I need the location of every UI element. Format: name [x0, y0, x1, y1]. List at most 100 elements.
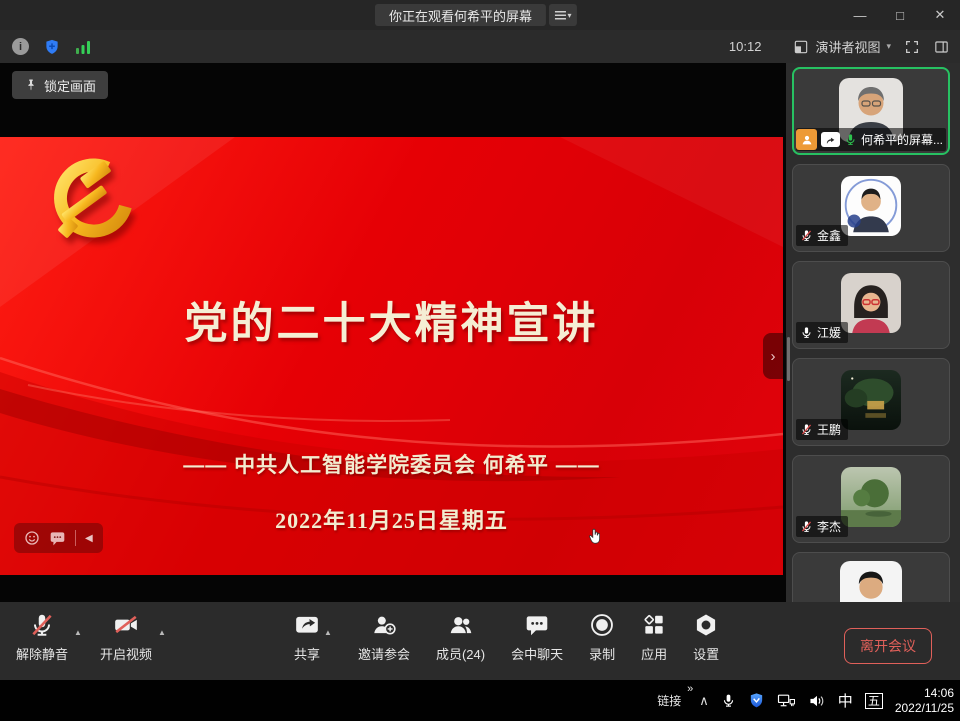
meeting-duration: 10:12	[729, 39, 762, 54]
fullscreen-icon[interactable]	[904, 39, 920, 55]
tray-antivirus-shield-icon[interactable]	[748, 692, 765, 709]
lock-view-label: 锁定画面	[44, 76, 96, 95]
record-button[interactable]: 录制	[589, 612, 615, 663]
shared-screen-area: 锁定画面	[0, 63, 786, 602]
hand-cursor	[588, 528, 604, 545]
minimize-button[interactable]: —	[840, 0, 880, 30]
record-label: 录制	[589, 644, 615, 663]
gear-icon	[693, 612, 719, 638]
taskbar-date: 2022/11/25	[895, 701, 954, 716]
video-options-caret[interactable]: ▲	[158, 628, 166, 637]
tray-mic-icon[interactable]	[721, 692, 736, 709]
participants-sidebar: 何希平的屏幕... 金鑫 江媛	[786, 63, 960, 602]
network-signal-icon[interactable]	[75, 39, 93, 55]
chat-button[interactable]: 会中聊天	[511, 612, 563, 663]
participant-tile-jinxin[interactable]: 金鑫	[792, 164, 950, 252]
chevron-down-icon: ▾	[567, 11, 571, 20]
participant-name: 江媛	[817, 324, 841, 341]
participant-name: 金鑫	[817, 227, 841, 244]
apps-button[interactable]: 应用	[641, 612, 667, 663]
maximize-button[interactable]: □	[880, 0, 920, 30]
chat-icon	[524, 612, 550, 638]
meeting-info-icon[interactable]: i	[12, 38, 29, 55]
participant-tile-lijie[interactable]: 李杰	[792, 455, 950, 543]
emoji-reaction-icon[interactable]	[24, 530, 40, 546]
slide-subtitle: —— 中共人工智能学院委员会 何希平 ——	[0, 449, 783, 479]
mic-on-icon	[800, 325, 813, 340]
view-mode-selector[interactable]: 演讲者视图 ▾	[793, 37, 891, 56]
members-label: 成员(24)	[436, 644, 485, 663]
record-icon	[589, 612, 615, 638]
avatar	[841, 176, 901, 236]
meeting-topbar: i 10:12 演讲者视图 ▾	[0, 30, 960, 63]
chevron-right-icon: ›	[771, 348, 776, 365]
sidebar-collapse-handle[interactable]: ›	[763, 333, 783, 379]
window-title-text: 你正在观看何希平的屏幕	[389, 6, 532, 25]
screen-share-icon	[821, 132, 840, 147]
avatar	[841, 273, 901, 333]
taskbar-link-item[interactable]: 链接 »	[657, 692, 681, 709]
system-taskbar: 链接 » ∧ 中 五 14:06 2022/11/25	[0, 680, 960, 721]
ime-mode-indicator[interactable]: 五	[865, 693, 883, 709]
participant-name-tag: 金鑫	[796, 225, 848, 246]
participant-tile-wangpeng[interactable]: 王鹏	[792, 358, 950, 446]
share-screen-label: 共享	[294, 644, 320, 663]
mic-on-icon	[844, 132, 857, 147]
pin-icon	[24, 78, 38, 92]
taskbar-time: 14:06	[924, 686, 954, 701]
title-bar: 你正在观看何希平的屏幕 ▾ — □ ✕	[0, 0, 960, 30]
ime-language-indicator[interactable]: 中	[838, 690, 853, 711]
chevron-down-icon: ▾	[886, 41, 891, 52]
mic-options-caret[interactable]: ▲	[74, 628, 82, 637]
members-button[interactable]: 成员(24)	[436, 612, 485, 663]
window-title: 你正在观看何希平的屏幕	[375, 4, 546, 26]
collapse-pill-icon[interactable]: ◀	[85, 533, 93, 544]
view-mode-label: 演讲者视图	[815, 37, 880, 56]
unmute-label: 解除静音	[16, 644, 68, 663]
tray-network-icon[interactable]	[777, 693, 796, 709]
participant-name: 王鹏	[817, 421, 841, 438]
apps-grid-icon	[641, 612, 667, 638]
participant-name-tag: 李杰	[796, 516, 848, 537]
invite-button[interactable]: 邀请参会	[358, 612, 410, 663]
reaction-toolbar: ◀	[14, 523, 103, 553]
unmute-button[interactable]: 解除静音	[16, 612, 68, 663]
slide-title: 党的二十大精神宣讲	[0, 289, 783, 351]
mic-muted-icon	[29, 612, 55, 638]
tray-speaker-icon[interactable]	[808, 693, 826, 709]
taskbar-overflow-icon: »	[687, 683, 693, 695]
participant-tile-jiangyuan[interactable]: 江媛	[792, 261, 950, 349]
participant-name-tag: 王鹏	[796, 419, 848, 440]
chat-label: 会中聊天	[511, 644, 563, 663]
invite-person-icon	[371, 612, 397, 638]
party-emblem-icon	[42, 155, 146, 255]
participant-name: 李杰	[817, 518, 841, 535]
layout-icon	[793, 39, 809, 55]
apps-label: 应用	[641, 644, 667, 663]
lock-view-button[interactable]: 锁定画面	[12, 71, 108, 99]
title-menu-button[interactable]: ▾	[549, 4, 577, 26]
quick-chat-icon[interactable]	[49, 531, 66, 546]
pill-divider	[75, 530, 76, 546]
mic-muted-icon	[800, 519, 813, 534]
side-panel-icon[interactable]	[933, 39, 950, 55]
leave-meeting-button[interactable]: 离开会议	[844, 628, 932, 664]
security-shield-icon[interactable]	[43, 38, 61, 56]
close-button[interactable]: ✕	[920, 0, 960, 30]
presenter-badge-icon	[796, 129, 817, 150]
slide-date: 2022年11月25日星期五	[0, 503, 783, 535]
start-video-button[interactable]: 开启视频	[100, 612, 152, 663]
settings-button[interactable]: 设置	[693, 612, 719, 663]
share-screen-button[interactable]: 共享	[294, 612, 320, 663]
taskbar-clock[interactable]: 14:06 2022/11/25	[895, 686, 954, 716]
sidebar-scrollbar[interactable]	[787, 337, 790, 381]
meeting-toolbar: 解除静音 ▲ 开启视频 ▲ 共享 ▲ 邀请参会 成员(24)	[0, 602, 960, 680]
invite-label: 邀请参会	[358, 644, 410, 663]
presentation-slide: 党的二十大精神宣讲 —— 中共人工智能学院委员会 何希平 —— 2022年11月…	[0, 137, 783, 575]
meeting-window: 你正在观看何希平的屏幕 ▾ — □ ✕ i 10:12	[0, 0, 960, 721]
share-options-caret[interactable]: ▲	[324, 628, 332, 637]
participant-tile-hexiping[interactable]: 何希平的屏幕...	[792, 67, 950, 155]
participant-tile-partial[interactable]	[792, 552, 950, 602]
mic-muted-icon	[800, 422, 813, 437]
tray-expand-icon[interactable]: ∧	[699, 693, 709, 709]
